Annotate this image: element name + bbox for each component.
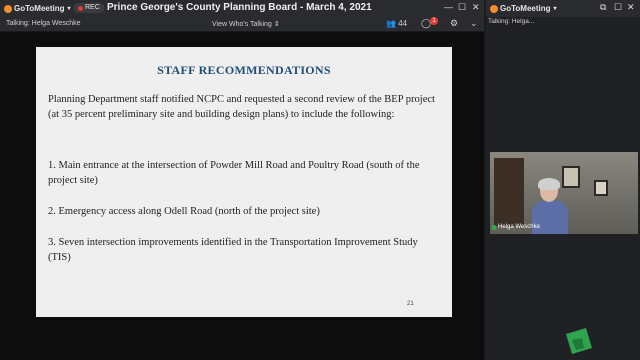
video-name-label: Helga Weschke: [492, 224, 540, 230]
chevron-down-icon[interactable]: ⌄: [470, 18, 478, 29]
popout-icon[interactable]: ⧉: [600, 2, 606, 13]
gotomeeting-logo-icon: [566, 328, 592, 354]
toolbar: Talking: Helga Weschke View Who's Talkin…: [0, 17, 484, 32]
record-label: REC: [85, 4, 100, 11]
slide-page-number: 21: [407, 301, 414, 307]
goto-logo-icon: [490, 4, 498, 13]
chevron-down-icon: ▾: [553, 6, 557, 12]
app-menu[interactable]: GoToMeeting ▾: [4, 4, 71, 13]
slide-item: 2. Emergency access along Odell Road (no…: [48, 206, 320, 217]
main-window: GoToMeeting ▾ REC Prince George's County…: [0, 0, 484, 360]
people-icon: 👥: [386, 19, 396, 28]
chevron-down-icon: ▾: [67, 6, 71, 12]
slide-item: 3. Seven intersection improvements ident…: [48, 237, 418, 263]
close-icon[interactable]: ✕: [627, 2, 635, 13]
gear-icon[interactable]: ⚙: [450, 18, 458, 29]
window-title: Prince George's County Planning Board - …: [107, 2, 372, 13]
side-app-name: GoToMeeting: [500, 4, 551, 13]
chat-badge: 1: [430, 17, 438, 25]
attendee-count: 44: [398, 19, 408, 28]
side-app-menu[interactable]: GoToMeeting ▾: [490, 4, 557, 13]
record-dot-icon: [78, 5, 83, 11]
restore-icon[interactable]: ☐: [614, 2, 622, 13]
mic-icon: [492, 224, 496, 230]
video-picture-frame: [594, 180, 608, 196]
side-talking-indicator: Talking: Helga...: [488, 18, 535, 25]
chevron-updown-icon: ⇕: [273, 21, 280, 28]
side-window: GoToMeeting ▾ ⧉ ☐ ✕ Talking: Helga... He…: [486, 0, 640, 360]
view-selector-label: View Who's Talking: [212, 21, 272, 28]
record-button[interactable]: REC: [74, 3, 104, 13]
talking-indicator: Talking: Helga Weschke: [6, 20, 81, 27]
minimize-icon[interactable]: —: [444, 2, 453, 12]
view-selector[interactable]: View Who's Talking ⇕: [212, 20, 280, 28]
screen-share-area: STAFF RECOMMENDATIONS Planning Departmen…: [0, 32, 484, 360]
attendees-button[interactable]: 👥 44: [386, 19, 407, 28]
side-title-bar: GoToMeeting ▾ ⧉ ☐ ✕: [486, 0, 640, 17]
video-participant-name: Helga Weschke: [498, 224, 540, 230]
video-bookshelf: [494, 158, 524, 226]
presentation-slide: STAFF RECOMMENDATIONS Planning Departmen…: [36, 47, 452, 317]
slide-title: STAFF RECOMMENDATIONS: [157, 63, 331, 77]
restore-icon[interactable]: ☐: [458, 2, 466, 13]
goto-logo-icon: [4, 4, 12, 13]
app-name: GoToMeeting: [14, 4, 65, 13]
slide-intro: Planning Department staff notified NCPC …: [48, 94, 435, 120]
participant-hair: [538, 178, 560, 190]
title-bar: GoToMeeting ▾ REC Prince George's County…: [0, 0, 484, 17]
close-icon[interactable]: ✕: [472, 2, 480, 13]
slide-item: 1. Main entrance at the intersection of …: [48, 160, 420, 186]
webcam-video[interactable]: Helga Weschke: [490, 152, 638, 234]
